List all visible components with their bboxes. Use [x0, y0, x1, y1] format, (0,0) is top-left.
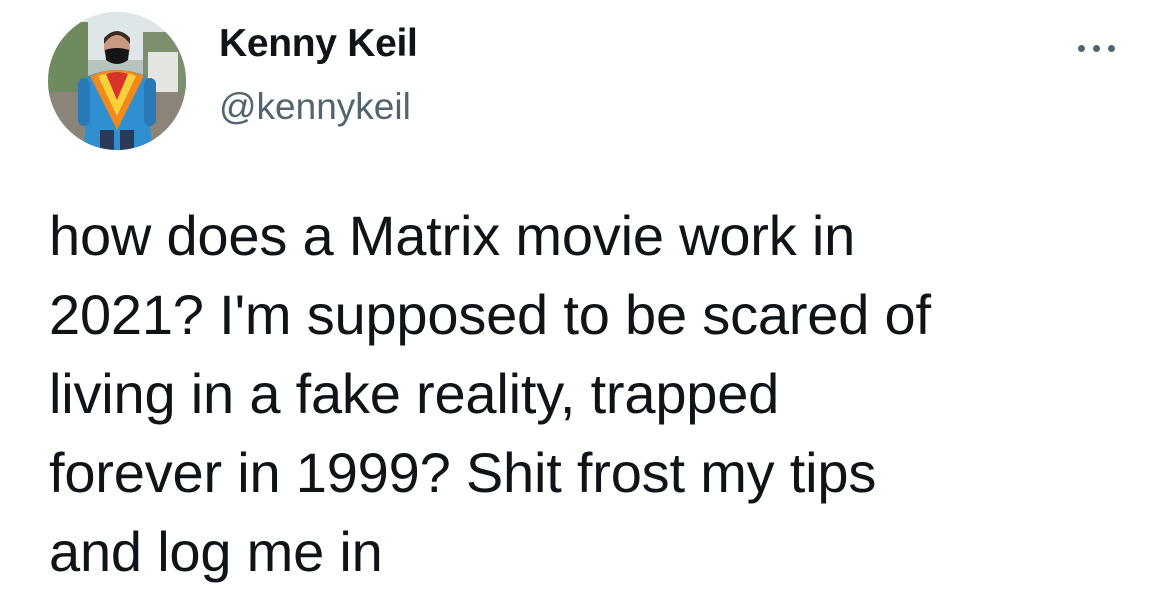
- more-options-button[interactable]: [1068, 26, 1124, 70]
- author-handle[interactable]: @kennykeil: [219, 86, 411, 128]
- author-display-name[interactable]: Kenny Keil: [219, 22, 418, 66]
- tweet-text-line: how does a Matrix movie work in: [49, 204, 856, 267]
- tweet-text: how does a Matrix movie work in 2021? I'…: [49, 196, 1139, 591]
- tweet-text-line: 2021? I'm supposed to be scared of: [49, 283, 931, 346]
- ellipsis-icon: [1077, 44, 1085, 52]
- tweet-text-line: forever in 1999? Shit frost my tips: [49, 441, 877, 504]
- profile-photo-icon: [48, 12, 186, 150]
- tweet-text-line: and log me in: [49, 520, 383, 583]
- tweet: Kenny Keil @kennykeil how does a Matrix …: [0, 0, 1170, 611]
- tweet-text-line: living in a fake reality, trapped: [49, 362, 780, 425]
- ellipsis-icon: [1107, 44, 1115, 52]
- ellipsis-icon: [1092, 44, 1100, 52]
- avatar[interactable]: [48, 12, 186, 150]
